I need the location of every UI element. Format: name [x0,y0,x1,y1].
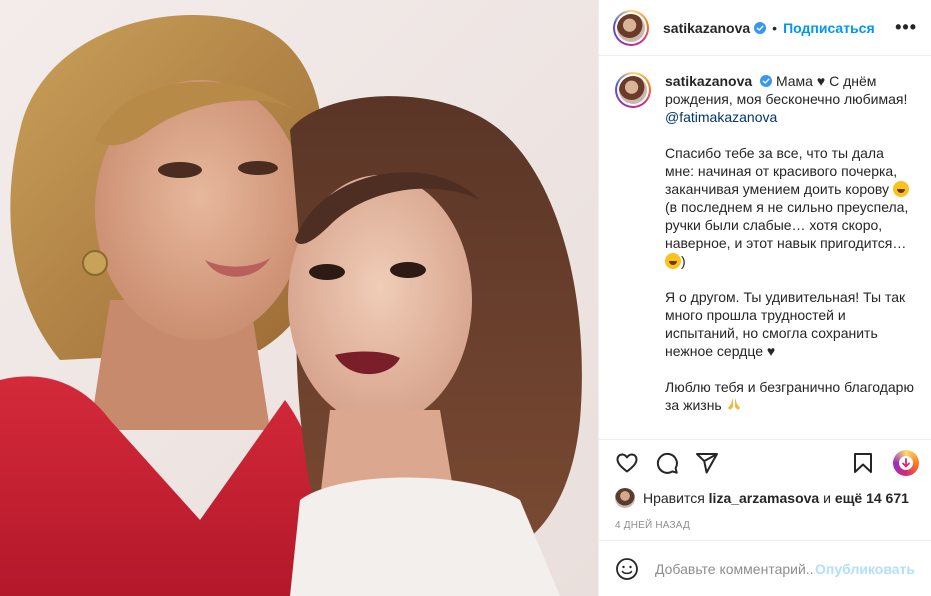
caption-paragraph-2: Спасибо тебе за все, что ты дала мне: на… [665,145,898,197]
likes-count[interactable]: ещё 14 671 [835,490,909,506]
laughing-emoji-icon [892,181,909,197]
caption-avatar[interactable] [615,72,651,108]
caption-paragraph-3: Я о другом. Ты удивительная! Ты так мног… [665,289,906,359]
likes-middle: и [823,490,831,506]
more-options-icon[interactable]: ••• [895,17,917,38]
mention-link[interactable]: @fatimakazanova [665,109,777,125]
share-icon[interactable] [695,451,719,475]
post-header: satikazanova • Подписаться ••• [599,0,931,56]
comment-icon[interactable] [655,451,679,475]
comments-section[interactable]: satikazanova Мама ♥ С днём рождения, моя… [599,56,931,440]
caption-text: satikazanova Мама ♥ С днём рождения, моя… [665,72,915,414]
separator-dot: • [772,19,778,36]
action-bar-right [851,450,919,476]
add-comment-bar: Опубликовать [599,540,931,596]
verified-icon [754,21,767,34]
caption-title: Мама ♥ [775,73,826,89]
post-timestamp[interactable]: 4 ДНЕЙ НАЗАД [599,510,931,540]
caption-paragraph-2c: ) [681,253,686,269]
likes-prefix: Нравится [643,490,705,506]
photo-illustration [0,0,598,596]
praying-hands-icon [727,398,740,410]
likes-line: Нравится liza_arzamasova и ещё 14 671 [599,486,931,510]
arrow-down-icon [899,456,913,470]
author-username[interactable]: satikazanova [663,20,750,36]
instagram-post: satikazanova • Подписаться ••• satikazan… [0,0,931,596]
liker-username[interactable]: liza_arzamasova [709,490,820,506]
caption: satikazanova Мама ♥ С днём рождения, моя… [615,72,915,414]
verified-icon [760,75,773,87]
promo-icon[interactable] [893,450,919,476]
action-bar [599,440,931,486]
caption-username[interactable]: satikazanova [665,73,752,89]
liker-avatar[interactable] [615,488,635,508]
smile-icon[interactable] [615,557,639,581]
caption-paragraph-4: Люблю тебя и безгранично благодарю за жи… [665,379,914,413]
comment-input[interactable] [655,560,815,577]
caption-paragraph-2b: (в последнем я не сильно преуспела, ручк… [665,199,909,251]
post-photo[interactable] [0,0,598,596]
author-avatar[interactable] [613,9,649,46]
publish-button[interactable]: Опубликовать [815,561,915,577]
laughing-emoji-icon [665,253,681,269]
post-panel: satikazanova • Подписаться ••• satikazan… [598,0,931,596]
bookmark-icon[interactable] [851,451,875,475]
follow-button[interactable]: Подписаться [783,20,875,36]
heart-icon[interactable] [615,451,639,475]
